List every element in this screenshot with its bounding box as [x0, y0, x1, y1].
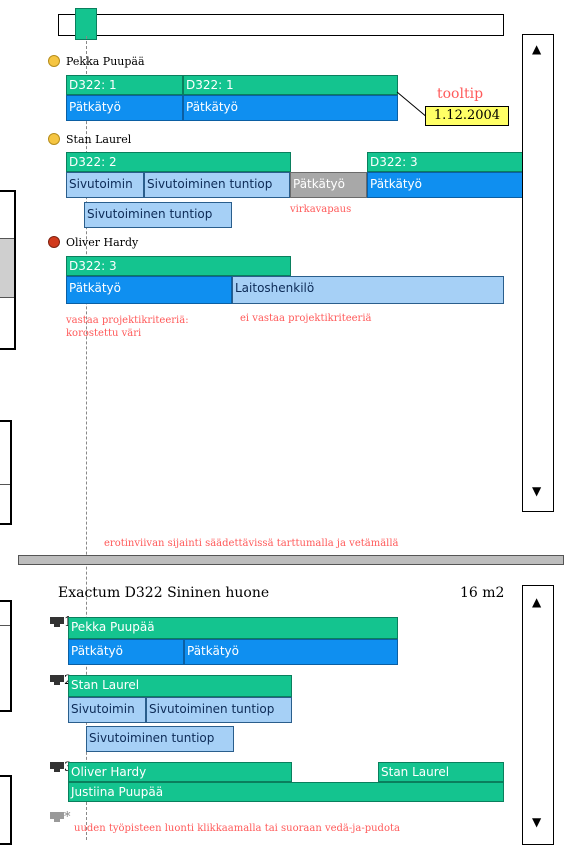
room-size: 16 m2 [460, 585, 505, 601]
task-bar[interactable]: Pätkätyö [66, 276, 232, 304]
task-bar[interactable]: Sivutoiminen tuntiop [84, 202, 232, 228]
leave-bar[interactable]: Pätkätyö [290, 172, 367, 198]
project-bar[interactable]: D322: 1 [66, 75, 183, 95]
project-bar[interactable]: D322: 2 [66, 152, 291, 172]
task-bar[interactable]: Sivutoimin [66, 172, 144, 198]
occupant-bar[interactable]: Stan Laurel [378, 762, 504, 782]
task-bar[interactable]: Pätkätyö [68, 639, 184, 665]
scroll-up-icon[interactable]: ▲ [532, 42, 541, 56]
scroll-down-icon[interactable]: ▼ [532, 815, 541, 829]
occupant-bar[interactable]: Justiina Puupää [68, 782, 504, 802]
timeline-slider-track[interactable] [58, 14, 504, 36]
criteria-note: ei vastaa projektikriteeriä [240, 313, 372, 324]
task-bar[interactable]: Sivutoimin [68, 697, 146, 723]
person-name: Oliver Hardy [66, 236, 139, 249]
left-panel-frame [0, 420, 12, 525]
left-panel-frame [0, 775, 12, 845]
computer-icon[interactable] [50, 812, 64, 822]
room-title: Exactum D322 Sininen huone [58, 585, 270, 601]
left-panel-row [0, 238, 14, 298]
tooltip-label: tooltip [437, 86, 484, 102]
occupant-bar[interactable]: Stan Laurel [68, 675, 292, 697]
task-bar[interactable]: Sivutoiminen tuntiop [86, 726, 234, 752]
project-bar[interactable]: D322: 3 [66, 256, 291, 276]
computer-icon [50, 675, 64, 685]
unhappy-face-icon [48, 236, 60, 248]
project-bar[interactable]: D322: 1 [183, 75, 398, 95]
task-bar[interactable]: Sivutoiminen tuntiop [146, 697, 292, 723]
criteria-note: vastaa projektikriteeriä: korostettu vär… [66, 315, 189, 339]
new-station-marker[interactable]: * [64, 810, 71, 825]
splitter-bar[interactable] [18, 555, 564, 565]
computer-icon [50, 617, 64, 627]
person-name: Pekka Puupää [66, 55, 145, 68]
leave-note: virkavapaus [290, 204, 352, 215]
person-name: Stan Laurel [66, 133, 132, 146]
task-bar[interactable]: Pätkätyö [367, 172, 524, 198]
task-bar[interactable]: Pätkätyö [184, 639, 398, 665]
task-bar[interactable]: Laitoshenkilö [232, 276, 504, 304]
scroll-up-icon[interactable]: ▲ [532, 595, 541, 609]
happy-face-icon [48, 133, 60, 145]
tooltip-date: 1.12.2004 [425, 106, 509, 126]
task-bar[interactable]: Pätkätyö [183, 95, 398, 121]
happy-face-icon [48, 55, 60, 67]
divider-caption: erotinviivan sijainti säädettävissä tart… [104, 538, 399, 549]
left-panel-frame [0, 600, 12, 712]
left-panel-divider [0, 625, 10, 626]
task-bar[interactable]: Pätkätyö [66, 95, 183, 121]
computer-icon [50, 762, 64, 772]
new-station-note: uuden työpisteen luonti klikkaamalla tai… [74, 823, 400, 834]
left-panel-divider [0, 484, 10, 485]
occupant-bar[interactable]: Pekka Puupää [68, 617, 398, 639]
vertical-scrollbar[interactable] [522, 34, 554, 512]
occupant-bar[interactable]: Oliver Hardy [68, 762, 292, 782]
task-bar[interactable]: Sivutoiminen tuntiop [144, 172, 290, 198]
project-bar[interactable]: D322: 3 [367, 152, 524, 172]
scroll-down-icon[interactable]: ▼ [532, 484, 541, 498]
vertical-scrollbar[interactable] [522, 585, 554, 845]
